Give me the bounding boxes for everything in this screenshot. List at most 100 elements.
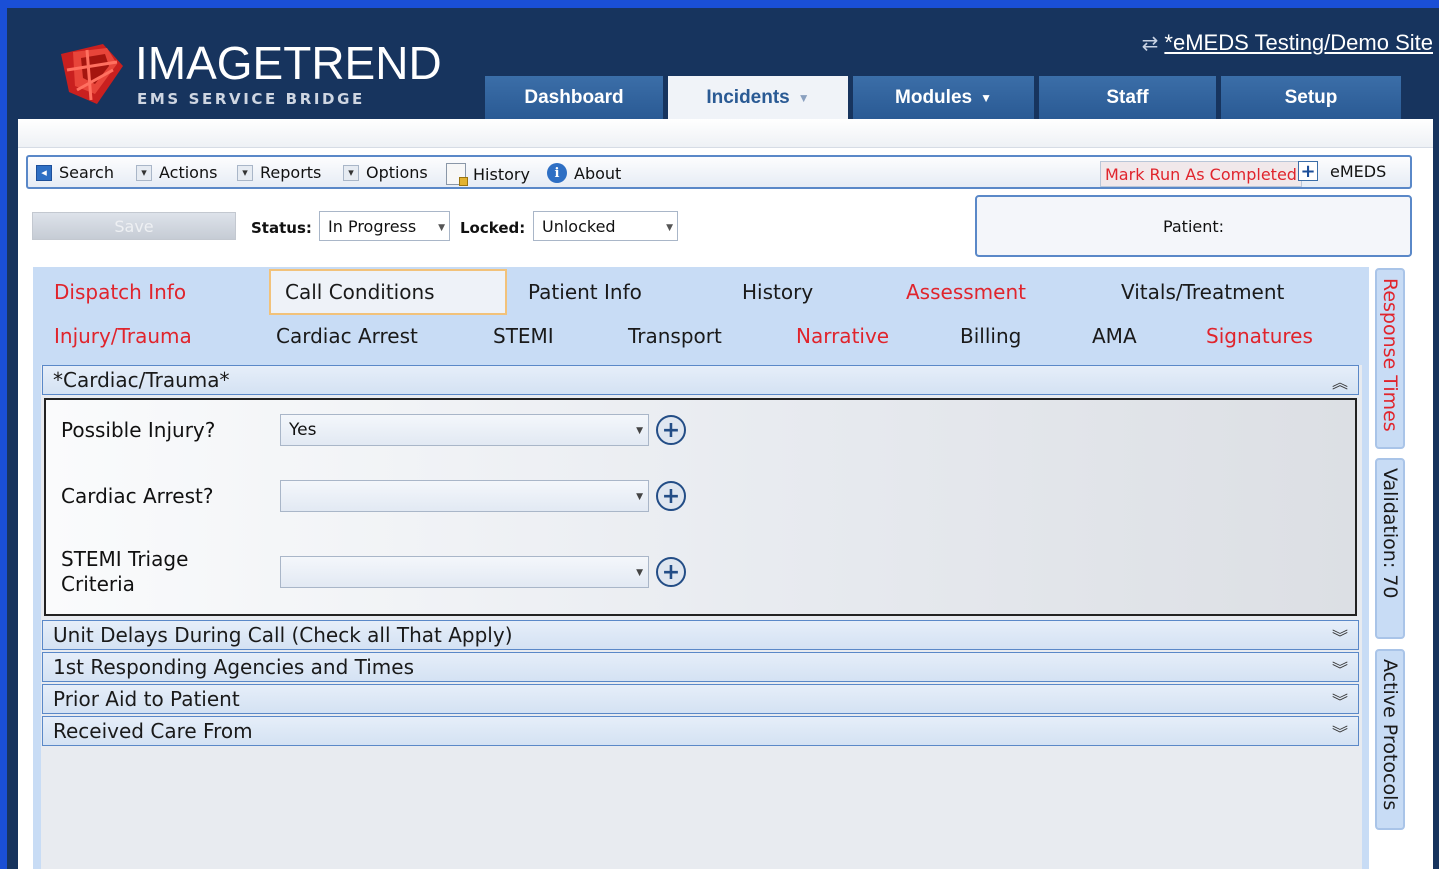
- expand-down-icon[interactable]: ︾: [1332, 656, 1348, 680]
- options-label: Options: [366, 163, 428, 182]
- section-header-prior-aid[interactable]: Prior Aid to Patient ︾: [42, 684, 1359, 714]
- history-button[interactable]: History: [446, 163, 530, 186]
- nav-tab-staff[interactable]: Staff: [1039, 76, 1216, 119]
- section-title: Unit Delays During Call (Check all That …: [53, 623, 513, 647]
- side-tab-validation[interactable]: Validation: 70: [1375, 458, 1405, 639]
- brand-name: IMAGETREND: [135, 37, 442, 89]
- info-icon: i: [547, 163, 567, 183]
- tab-billing[interactable]: Billing: [960, 324, 1021, 348]
- tab-signatures[interactable]: Signatures: [1206, 324, 1313, 348]
- cardiac-arrest-select[interactable]: ▼: [280, 480, 649, 512]
- section-title: Prior Aid to Patient: [53, 687, 240, 711]
- patient-box: Patient:: [975, 195, 1412, 257]
- dropdown-arrow-icon: ▾: [343, 164, 359, 181]
- options-menu[interactable]: ▾ Options: [343, 163, 428, 182]
- site-switch-link[interactable]: ⇄ *eMEDS Testing/Demo Site: [1142, 30, 1433, 56]
- side-tab-label: Active Protocols: [1379, 659, 1401, 811]
- mark-run-completed-button[interactable]: Mark Run As Completed: [1100, 161, 1302, 187]
- chevron-down-icon: ▼: [797, 90, 810, 105]
- section-header-received-care[interactable]: Received Care From ︾: [42, 716, 1359, 746]
- nav-tab-label: Dashboard: [524, 86, 624, 108]
- add-circle-icon[interactable]: +: [656, 481, 686, 511]
- emeds-label: eMEDS: [1330, 161, 1387, 181]
- nav-tab-label: Incidents: [706, 86, 790, 108]
- search-menu[interactable]: ◂ Search: [36, 163, 114, 182]
- stemi-label-line1: STEMI Triage: [61, 547, 189, 571]
- tab-cardiac-arrest[interactable]: Cardiac Arrest: [276, 324, 418, 348]
- swap-arrows-icon: ⇄: [1141, 33, 1159, 55]
- section-header-first-responding[interactable]: 1st Responding Agencies and Times ︾: [42, 652, 1359, 682]
- possible-injury-value: Yes: [289, 420, 317, 440]
- tab-assessment[interactable]: Assessment: [906, 280, 1026, 304]
- chevron-down-icon: ▼: [636, 492, 643, 502]
- nav-tab-label: Setup: [1284, 86, 1338, 108]
- locked-select[interactable]: Unlocked ▼: [533, 211, 678, 241]
- about-label: About: [574, 163, 622, 183]
- tab-patient-info[interactable]: Patient Info: [528, 280, 642, 304]
- tab-transport[interactable]: Transport: [628, 324, 722, 348]
- section-panel: *Cardiac/Trauma* ︽ Possible Injury? Yes ▼…: [41, 365, 1362, 869]
- stemi-label-line2: Criteria: [61, 572, 135, 596]
- search-label: Search: [59, 163, 114, 182]
- logo-mark-icon: [61, 44, 123, 104]
- emeds-button[interactable]: + eMEDS: [1298, 161, 1387, 182]
- tab-history[interactable]: History: [742, 280, 813, 304]
- content-header-bar: [18, 119, 1433, 148]
- reports-menu[interactable]: ▾ Reports: [237, 163, 321, 182]
- section-title: 1st Responding Agencies and Times: [53, 655, 414, 679]
- imagetrend-logo: IMAGETREND EMS SERVICE BRIDGE: [57, 36, 442, 111]
- nav-tab-modules[interactable]: Modules ▼: [853, 76, 1034, 119]
- side-tab-response-times[interactable]: Response Times: [1375, 268, 1405, 449]
- nav-tab-setup[interactable]: Setup: [1221, 76, 1401, 119]
- chevron-down-icon: ▼: [980, 90, 992, 105]
- collapse-up-icon[interactable]: ︽: [1332, 369, 1348, 393]
- dropdown-arrow-icon: ▾: [237, 164, 253, 181]
- section-title: *Cardiac/Trauma*: [53, 368, 230, 392]
- form-tabs: Dispatch Info Call Conditions Patient In…: [33, 267, 1369, 357]
- tab-vitals-treatment[interactable]: Vitals/Treatment: [1121, 280, 1284, 304]
- chevron-down-icon: ▼: [636, 568, 643, 578]
- status-label: Status:: [251, 219, 312, 237]
- about-button[interactable]: i About: [547, 163, 621, 183]
- dropdown-arrow-icon: ▾: [136, 164, 152, 181]
- cardiac-arrest-label: Cardiac Arrest?: [61, 484, 214, 508]
- plus-icon: +: [1298, 161, 1318, 182]
- actions-menu[interactable]: ▾ Actions: [136, 163, 217, 182]
- nav-tab-label: Staff: [1106, 86, 1149, 108]
- history-label: History: [473, 164, 530, 184]
- section-header-unit-delays[interactable]: Unit Delays During Call (Check all That …: [42, 620, 1359, 650]
- stemi-triage-select[interactable]: ▼: [280, 556, 649, 588]
- add-circle-icon[interactable]: +: [656, 415, 686, 445]
- tab-injury-trauma[interactable]: Injury/Trauma: [54, 324, 192, 348]
- section-header-cardiac-trauma[interactable]: *Cardiac/Trauma* ︽: [42, 365, 1359, 395]
- nav-tab-label: Modules: [895, 86, 973, 108]
- locked-label: Locked:: [460, 219, 526, 237]
- nav-tab-incidents[interactable]: Incidents ▼: [668, 76, 848, 119]
- stemi-triage-label: STEMI Triage Criteria: [61, 547, 188, 597]
- locked-value: Unlocked: [542, 216, 616, 236]
- expand-down-icon[interactable]: ︾: [1332, 624, 1348, 648]
- add-circle-icon[interactable]: +: [656, 557, 686, 587]
- nav-tab-dashboard[interactable]: Dashboard: [485, 76, 663, 119]
- tab-dispatch-info[interactable]: Dispatch Info: [54, 280, 186, 304]
- possible-injury-label: Possible Injury?: [61, 418, 216, 442]
- tab-call-conditions[interactable]: Call Conditions: [269, 269, 507, 315]
- main-content: ◂ Search ▾ Actions ▾ Reports ▾ Options H…: [18, 119, 1433, 869]
- save-button[interactable]: Save: [32, 212, 236, 240]
- tab-ama[interactable]: AMA: [1092, 324, 1137, 348]
- tab-stemi[interactable]: STEMI: [493, 324, 554, 348]
- possible-injury-select[interactable]: Yes ▼: [280, 414, 649, 446]
- status-select[interactable]: In Progress ▼: [319, 211, 450, 241]
- reports-label: Reports: [260, 163, 322, 182]
- side-tab-active-protocols[interactable]: Active Protocols: [1375, 649, 1405, 830]
- actions-label: Actions: [159, 163, 218, 182]
- patient-label: Patient:: [1162, 216, 1225, 236]
- expand-down-icon[interactable]: ︾: [1332, 720, 1348, 744]
- top-nav: Dashboard Incidents ▼ Modules ▼ Staff Setu…: [485, 76, 1401, 119]
- tab-narrative[interactable]: Narrative: [796, 324, 889, 348]
- section-panel-area: *Cardiac/Trauma* ︽ Possible Injury? Yes ▼…: [33, 357, 1369, 869]
- expand-down-icon[interactable]: ︾: [1332, 688, 1348, 712]
- side-tab-label: Response Times: [1379, 278, 1401, 432]
- incident-toolbar: ◂ Search ▾ Actions ▾ Reports ▾ Options H…: [26, 155, 1412, 189]
- brand-subtitle: EMS SERVICE BRIDGE: [137, 90, 365, 108]
